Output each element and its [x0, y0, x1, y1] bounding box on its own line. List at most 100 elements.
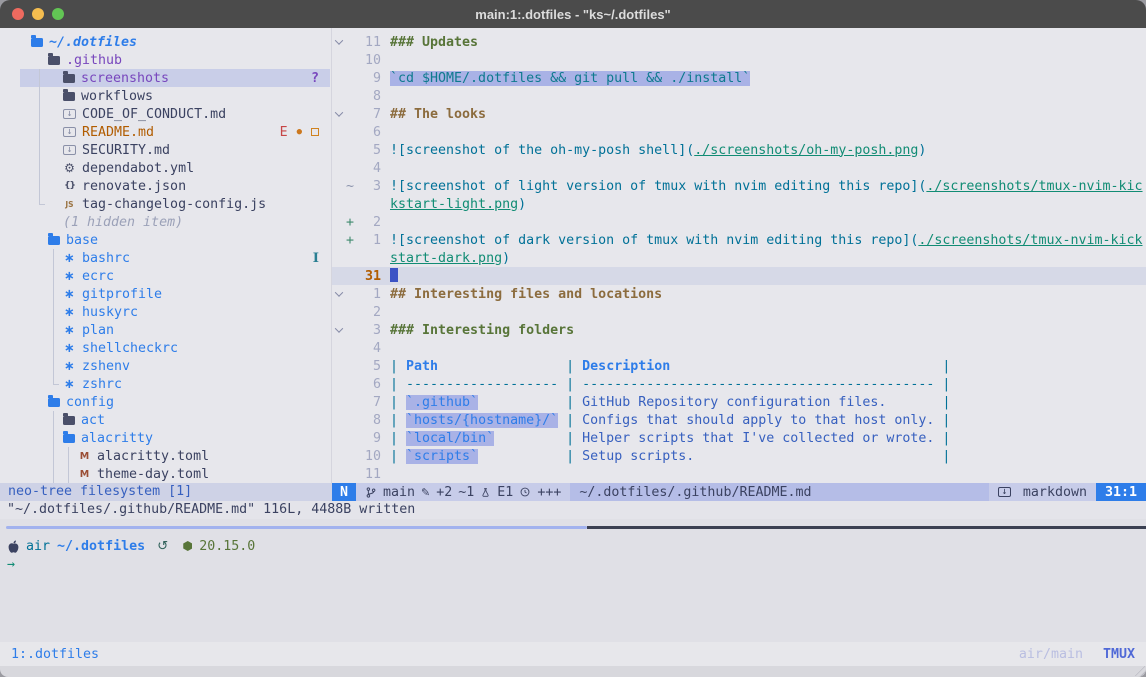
folder-dark-icon	[63, 92, 75, 101]
line-number: 7	[355, 107, 381, 122]
flask-icon	[480, 486, 491, 499]
folder-open-icon	[31, 38, 43, 47]
js-icon: JS	[63, 198, 76, 211]
editor-line[interactable]: 8	[332, 87, 1146, 105]
tree-item--1-hidden-item-[interactable]: (1 hidden item)	[0, 213, 331, 231]
tree-item-huskyrc[interactable]: ∗huskyrc	[0, 303, 331, 321]
editor-line[interactable]: 9`cd $HOME/.dotfiles && git pull && ./in…	[332, 69, 1146, 87]
history-icon	[519, 486, 531, 498]
tree-item-zshenv[interactable]: ∗zshenv	[0, 357, 331, 375]
tree-item-label: ~/.dotfiles	[49, 35, 137, 50]
tree-item-zshrc[interactable]: ∗zshrc	[0, 375, 331, 393]
tree-item-tag-changelog-config.js[interactable]: JStag-changelog-config.js	[0, 195, 331, 213]
tree-item-renovate.json[interactable]: {} renovate.json	[0, 177, 331, 195]
md-icon: ↓	[63, 145, 76, 155]
tree-item-ecrc[interactable]: ∗ecrc	[0, 267, 331, 285]
tree-item-workflows[interactable]: workflows	[0, 87, 331, 105]
editor-line[interactable]: 10	[332, 51, 1146, 69]
markdown-icon: ↓	[998, 487, 1011, 497]
tree-item-config[interactable]: config	[0, 393, 331, 411]
indent-guide	[39, 195, 45, 205]
tree-item-code-of-conduct.md[interactable]: ↓CODE_OF_CONDUCT.md	[0, 105, 331, 123]
editor-line[interactable]: 6	[332, 123, 1146, 141]
line-text: | `hosts/{hostname}/` | Configs that sho…	[381, 413, 1146, 428]
indent-guide	[53, 249, 54, 267]
editor-line[interactable]: 1## Interesting files and locations	[332, 285, 1146, 303]
editor-line[interactable]: kstart-light.png)	[332, 195, 1146, 213]
tree-item-alacritty.toml[interactable]: Malacritty.toml	[0, 447, 331, 465]
tree-item-plan[interactable]: ∗plan	[0, 321, 331, 339]
editor-line[interactable]: 7## The looks	[332, 105, 1146, 123]
line-text: | Path | Description |	[381, 359, 1146, 374]
fold-chevron-icon[interactable]	[332, 327, 345, 333]
editor-line[interactable]: 9| `local/bin` | Helper scripts that I'v…	[332, 429, 1146, 447]
shell-pane[interactable]: air ~/.dotfiles ↺ 20.15.0 →	[0, 519, 1146, 642]
tree-item-screenshots[interactable]: screenshots?	[0, 69, 331, 87]
editor-line[interactable]: +2	[332, 213, 1146, 231]
titlebar[interactable]: main:1:.dotfiles - "ks~/.dotfiles"	[0, 0, 1146, 28]
json-icon: {}	[63, 180, 76, 193]
indent-guide	[39, 87, 40, 105]
tree-item-act[interactable]: act	[0, 411, 331, 429]
tree-item-~-.dotfiles[interactable]: ~/.dotfiles	[0, 33, 331, 51]
filetype-segment: ↓ markdown	[989, 483, 1096, 501]
tree-item-badges: ?	[311, 71, 331, 86]
buffer-modified-icon: ✎	[421, 486, 430, 499]
editor-line[interactable]: 8| `hosts/{hostname}/` | Configs that sh…	[332, 411, 1146, 429]
pane-divider[interactable]	[0, 526, 1146, 529]
branch-name: main	[383, 485, 415, 500]
fold-chevron-icon[interactable]	[332, 39, 345, 45]
line-number: 4	[355, 161, 381, 176]
command-line-message: "~/.dotfiles/.github/README.md" 116L, 44…	[0, 501, 1146, 519]
fold-chevron-icon[interactable]	[332, 291, 345, 297]
tree-item-label: SECURITY.md	[82, 143, 170, 158]
tree-item-label: shellcheckrc	[82, 341, 178, 356]
star-icon: ∗	[63, 252, 76, 265]
line-number: 2	[355, 305, 381, 320]
tree-item-label: renovate.json	[82, 179, 186, 194]
editor-line[interactable]: 2	[332, 303, 1146, 321]
tree-item-security.md[interactable]: ↓ SECURITY.md	[0, 141, 331, 159]
tree-item-dependabot.yml[interactable]: ⚙dependabot.yml	[0, 159, 331, 177]
indent-guide	[53, 411, 54, 429]
editor-line[interactable]: 4	[332, 339, 1146, 357]
neo-tree-panel: ~/.dotfiles.githubscreenshots?workflows↓…	[0, 28, 332, 483]
editor-line[interactable]: 4	[332, 159, 1146, 177]
gear-icon: ⚙	[63, 162, 76, 175]
tree-item-.github[interactable]: .github	[0, 51, 331, 69]
line-text: | `scripts` | Setup scripts. |	[381, 449, 1146, 464]
editor-line[interactable]: 5| Path | Description |	[332, 357, 1146, 375]
tree-item-readme.md[interactable]: ↓README.mdE●	[0, 123, 331, 141]
editor-line[interactable]: 5![screenshot of the oh-my-posh shell](.…	[332, 141, 1146, 159]
line-text: ### Interesting folders	[381, 323, 1146, 338]
editor-line[interactable]: +1![screenshot of dark version of tmux w…	[332, 231, 1146, 249]
prompt-arrow: →	[0, 555, 1146, 573]
git-sign: +	[345, 233, 355, 248]
editor-line[interactable]: 7| `.github` | GitHub Repository configu…	[332, 393, 1146, 411]
current-directory: ~/.dotfiles	[57, 539, 145, 554]
line-text: ![screenshot of light version of tmux wi…	[381, 179, 1146, 194]
editor-line[interactable]: 11### Updates	[332, 33, 1146, 51]
tmux-status-bar: 1:.dotfiles air/main TMUX	[0, 642, 1146, 666]
editor-line[interactable]: start-dark.png)	[332, 249, 1146, 267]
fold-chevron-icon[interactable]	[332, 111, 345, 117]
editor-line[interactable]: 11	[332, 465, 1146, 483]
editor-line[interactable]: 31	[332, 267, 1146, 285]
tree-item-gitprofile[interactable]: ∗gitprofile	[0, 285, 331, 303]
editor-line[interactable]: ~3![screenshot of light version of tmux …	[332, 177, 1146, 195]
line-number: 11	[355, 467, 381, 482]
indent-guide	[39, 141, 40, 159]
tree-item-bashrc[interactable]: ∗bashrcI	[0, 249, 331, 267]
tree-item-base[interactable]: base	[0, 231, 331, 249]
tree-item-alacritty[interactable]: alacritty	[0, 429, 331, 447]
tree-item-theme-day.toml[interactable]: Mtheme-day.toml	[0, 465, 331, 483]
editor-line[interactable]: 3### Interesting folders	[332, 321, 1146, 339]
editor-buffer[interactable]: 11### Updates109`cd $HOME/.dotfiles && g…	[332, 28, 1146, 483]
tree-item-label: alacritty	[81, 431, 153, 446]
line-number: 5	[355, 359, 381, 374]
editor-line[interactable]: 6| ------------------- | ---------------…	[332, 375, 1146, 393]
line-text: kstart-light.png)	[381, 197, 1146, 212]
tree-item-shellcheckrc[interactable]: ∗shellcheckrc	[0, 339, 331, 357]
tmux-window-label[interactable]: 1:.dotfiles	[11, 647, 99, 662]
editor-line[interactable]: 10| `scripts` | Setup scripts. |	[332, 447, 1146, 465]
